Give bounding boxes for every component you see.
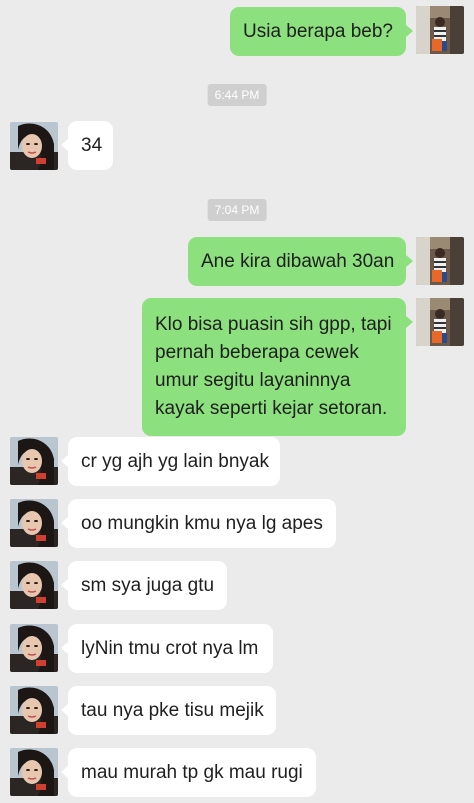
message-text: Ane kira dibawah 30an	[201, 251, 395, 272]
message-bubble-incoming[interactable]: cr yg ajh yg lain bnyak	[61, 437, 280, 486]
contact-avatar-image	[10, 122, 58, 170]
my-avatar-image	[416, 6, 464, 54]
message-text: sm sya juga gtu	[81, 575, 215, 596]
message-text: cr yg ajh yg lain bnyak	[81, 451, 269, 472]
message-text: lyNin tmu crot nya lm	[81, 638, 259, 659]
contact-avatar[interactable]	[10, 561, 58, 609]
timestamp-divider: 7:04 PM	[207, 199, 267, 221]
message-bubble-incoming[interactable]: mau murah tp gk mau rugi	[61, 748, 316, 797]
message-text: Klo bisa puasin sih gpp, tapi pernah beb…	[155, 314, 392, 419]
contact-avatar[interactable]	[10, 624, 58, 672]
chat-thread[interactable]: Usia berapa beb? 6:44 PM 34 7:04 PM Ane …	[0, 0, 474, 803]
my-avatar[interactable]	[416, 237, 464, 285]
contact-avatar[interactable]	[10, 686, 58, 734]
contact-avatar[interactable]	[10, 437, 58, 485]
my-avatar[interactable]	[416, 298, 464, 346]
contact-avatar-image	[10, 561, 58, 609]
message-bubble-outgoing[interactable]: Usia berapa beb?	[230, 7, 413, 56]
my-avatar-image	[416, 237, 464, 285]
message-text: tau nya pke tisu mejik	[81, 700, 264, 721]
contact-avatar-image	[10, 437, 58, 485]
timestamp-divider: 6:44 PM	[207, 84, 267, 106]
message-text: Usia berapa beb?	[243, 21, 393, 42]
message-text: mau murah tp gk mau rugi	[81, 762, 303, 783]
message-bubble-outgoing[interactable]: Ane kira dibawah 30an	[188, 237, 413, 286]
contact-avatar[interactable]	[10, 499, 58, 547]
message-bubble-incoming[interactable]: lyNin tmu crot nya lm	[61, 624, 273, 673]
message-bubble-outgoing[interactable]: Klo bisa puasin sih gpp, tapi pernah beb…	[142, 298, 413, 436]
contact-avatar-image	[10, 624, 58, 672]
message-text: 34	[81, 135, 103, 156]
message-bubble-incoming[interactable]: sm sya juga gtu	[61, 561, 227, 610]
message-bubble-incoming[interactable]: oo mungkin kmu nya lg apes	[61, 499, 336, 548]
my-avatar[interactable]	[416, 6, 464, 54]
message-bubble-incoming[interactable]: tau nya pke tisu mejik	[61, 686, 276, 735]
contact-avatar-image	[10, 499, 58, 547]
message-text: oo mungkin kmu nya lg apes	[81, 513, 323, 534]
contact-avatar[interactable]	[10, 748, 58, 796]
contact-avatar-image	[10, 686, 58, 734]
message-bubble-incoming[interactable]: 34	[61, 121, 113, 170]
my-avatar-image	[416, 298, 464, 346]
contact-avatar-image	[10, 748, 58, 796]
contact-avatar[interactable]	[10, 122, 58, 170]
